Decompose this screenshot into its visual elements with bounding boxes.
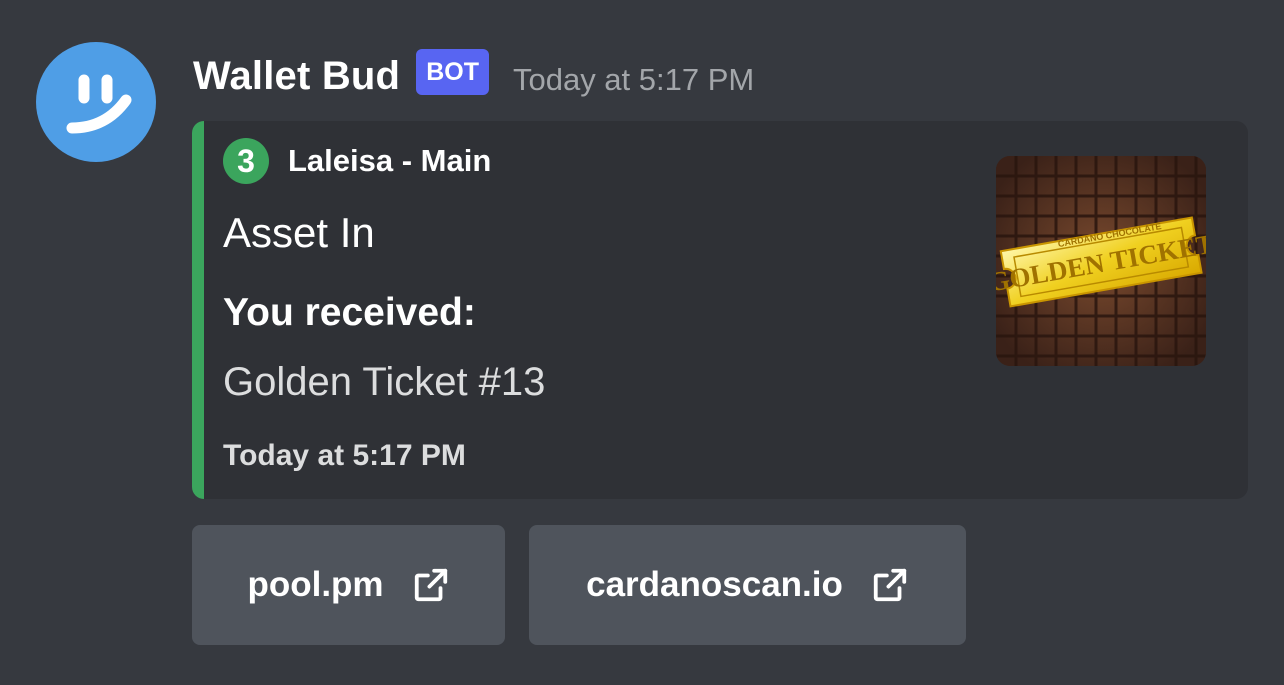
discord-message: Wallet Bud BOT Today at 5:17 PM 3 Laleis…: [0, 0, 1284, 685]
author-icon: 3: [223, 138, 269, 184]
bot-badge: BOT: [416, 49, 489, 95]
cardanoscan-link-button[interactable]: cardanoscan.io: [529, 525, 966, 645]
avatar[interactable]: [36, 42, 156, 162]
external-link-icon: [414, 568, 447, 602]
smiley-icon: [66, 74, 132, 134]
button-label: cardanoscan.io: [586, 565, 843, 604]
embed-footer: Today at 5:17 PM: [223, 439, 466, 472]
thumbnail[interactable]: GOLDEN TICKET CARDANO CHOCOLATE: [996, 156, 1206, 366]
embed: 3 Laleisa - Main Asset In You received: …: [192, 121, 1248, 499]
author-name: Laleisa - Main: [288, 143, 492, 178]
embed-title: Asset In: [223, 209, 375, 256]
message-timestamp: Today at 5:17 PM: [512, 62, 755, 97]
field-value: Golden Ticket #13: [223, 360, 546, 404]
username[interactable]: Wallet Bud: [193, 54, 400, 99]
embed-author: 3 Laleisa - Main: [223, 138, 491, 184]
button-label: pool.pm: [247, 565, 384, 604]
message-header: Wallet Bud BOT Today at 5:17 PM: [193, 48, 754, 104]
golden-ticket-image: GOLDEN TICKET CARDANO CHOCOLATE: [996, 156, 1206, 366]
field-name: You received:: [223, 291, 476, 334]
pool-pm-link-button[interactable]: pool.pm: [192, 525, 505, 645]
external-link-icon: [873, 568, 907, 602]
